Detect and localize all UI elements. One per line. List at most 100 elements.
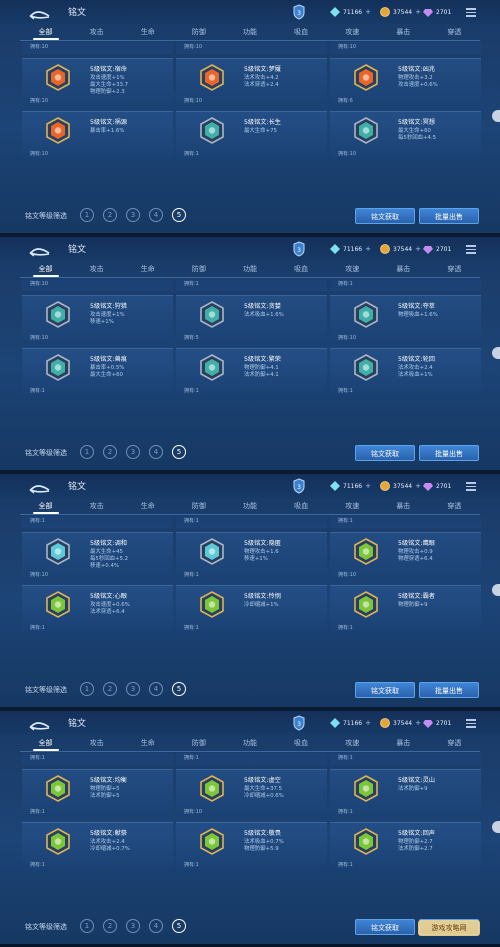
tab-2[interactable]: 生命 (122, 26, 173, 39)
rank-shield-icon[interactable]: 3 (293, 4, 305, 20)
tab-0[interactable]: 全部 (20, 26, 71, 40)
level-filter-2[interactable]: 2 (103, 208, 117, 222)
tab-5[interactable]: 吸血 (276, 26, 327, 39)
level-filter-2[interactable]: 2 (103, 682, 117, 696)
back-icon[interactable] (27, 481, 51, 494)
level-filter-4[interactable]: 4 (149, 208, 163, 222)
tab-7[interactable]: 暴击 (378, 26, 429, 39)
back-icon[interactable] (27, 244, 51, 257)
tab-4[interactable]: 功能 (224, 26, 275, 39)
obtain-inscription-button[interactable]: 铭文获取 (355, 919, 415, 935)
tab-6[interactable]: 攻速 (327, 500, 378, 513)
side-scroll-handle[interactable] (492, 821, 500, 833)
back-icon[interactable] (27, 718, 51, 731)
inscription-card[interactable]: 5级铭文:敬畏 法术吸血+0.7% 物理防御+5.9 拥有:1 (176, 822, 327, 872)
tab-8[interactable]: 穿透 (429, 26, 480, 39)
tab-2[interactable]: 生命 (122, 737, 173, 750)
batch-sell-button[interactable]: 批量出售 (419, 682, 479, 698)
tab-4[interactable]: 功能 (224, 263, 275, 276)
inscription-card[interactable]: 5级铭文:梦魇 法术攻击+4.2 法术穿透+2.4 拥有:10 (176, 58, 327, 108)
menu-icon[interactable] (466, 719, 476, 728)
menu-icon[interactable] (466, 8, 476, 17)
batch-sell-button[interactable]: 批量出售 (419, 445, 479, 461)
level-filter-4[interactable]: 4 (149, 445, 163, 459)
inscription-card[interactable]: 5级铭文:回声 物理防御+2.7 法术防御+2.7 拥有:1 (330, 822, 481, 872)
obtain-inscription-button[interactable]: 铭文获取 (355, 682, 415, 698)
inscription-card[interactable]: 5级铭文:调和 最大生命+45 每5秒回血+5.2 移速+0.4% 拥有:10 (22, 532, 173, 582)
add-gold-icon[interactable]: + (415, 8, 422, 16)
level-filter-1[interactable]: 1 (80, 919, 94, 933)
level-filter-1[interactable]: 1 (80, 445, 94, 459)
batch-sell-button[interactable]: 批量出售 (419, 208, 479, 224)
obtain-inscription-button[interactable]: 铭文获取 (355, 208, 415, 224)
level-filter-5[interactable]: 5 (172, 208, 186, 222)
tab-7[interactable]: 暴击 (378, 500, 429, 513)
tab-7[interactable]: 暴击 (378, 737, 429, 750)
tab-6[interactable]: 攻速 (327, 737, 378, 750)
side-scroll-handle[interactable] (492, 110, 500, 122)
obtain-inscription-button[interactable]: 铭文获取 (355, 445, 415, 461)
inscription-card[interactable]: 5级铭文:霸者 物理防御+9 拥有:1 (330, 585, 481, 635)
inscription-card[interactable]: 5级铭文:长生 最大生命+75 拥有:1 (176, 111, 327, 161)
add-gold-icon[interactable]: + (415, 482, 422, 490)
inscription-card[interactable]: 5级铭文:繁荣 物理防御+4.1 法术防御+4.1 拥有:1 (176, 348, 327, 398)
inscription-card[interactable]: 5级铭文:轮回 法术攻击+2.4 法术吸血+1% 拥有:1 (330, 348, 481, 398)
tab-8[interactable]: 穿透 (429, 500, 480, 513)
level-filter-3[interactable]: 3 (126, 445, 140, 459)
add-diamond-icon[interactable]: + (365, 8, 372, 16)
menu-icon[interactable] (466, 482, 476, 491)
tab-0[interactable]: 全部 (20, 500, 71, 514)
tab-3[interactable]: 防御 (173, 263, 224, 276)
rank-shield-icon[interactable]: 3 (293, 478, 305, 494)
add-diamond-icon[interactable]: + (365, 719, 372, 727)
level-filter-1[interactable]: 1 (80, 682, 94, 696)
level-filter-2[interactable]: 2 (103, 919, 117, 933)
add-diamond-icon[interactable]: + (365, 245, 372, 253)
inscription-card[interactable]: 5级铭文:冥想 最大生命+60 每5秒回血+4.5 拥有:10 (330, 111, 481, 161)
inscription-card[interactable]: 5级铭文:隐匿 物理攻击+1.6 移速+1% 拥有:1 (176, 532, 327, 582)
tab-5[interactable]: 吸血 (276, 500, 327, 513)
tab-1[interactable]: 攻击 (71, 26, 122, 39)
inscription-card[interactable]: 5级铭文:夺萃 物理吸血+1.6% 拥有:10 (330, 295, 481, 345)
menu-icon[interactable] (466, 245, 476, 254)
inscription-card[interactable]: 5级铭文:献祭 法术攻击+2.4 冷却缩减+0.7% 拥有:1 (22, 822, 173, 872)
tab-1[interactable]: 攻击 (71, 263, 122, 276)
inscription-card[interactable]: 5级铭文:虚空 最大生命+37.5 冷却缩减+0.6% 拥有:10 (176, 769, 327, 819)
inscription-card[interactable]: 5级铭文:凶兆 物理攻击+3.2 攻击速度+0.6% 拥有:6 (330, 58, 481, 108)
level-filter-1[interactable]: 1 (80, 208, 94, 222)
level-filter-4[interactable]: 4 (149, 919, 163, 933)
tab-0[interactable]: 全部 (20, 737, 71, 751)
level-filter-5[interactable]: 5 (172, 682, 186, 696)
tab-5[interactable]: 吸血 (276, 263, 327, 276)
level-filter-3[interactable]: 3 (126, 208, 140, 222)
tab-2[interactable]: 生命 (122, 263, 173, 276)
inscription-card[interactable]: 5级铭文:贪婪 法术吸血+1.6% 拥有:5 (176, 295, 327, 345)
rank-shield-icon[interactable]: 3 (293, 241, 305, 257)
side-scroll-handle[interactable] (492, 584, 500, 596)
level-filter-3[interactable]: 3 (126, 682, 140, 696)
tab-1[interactable]: 攻击 (71, 737, 122, 750)
tab-8[interactable]: 穿透 (429, 263, 480, 276)
rank-shield-icon[interactable]: 3 (293, 715, 305, 731)
inscription-card[interactable]: 5级铭文:鹰眼 物理攻击+0.9 物理穿透+6.4 拥有:10 (330, 532, 481, 582)
tab-6[interactable]: 攻速 (327, 26, 378, 39)
level-filter-5[interactable]: 5 (172, 919, 186, 933)
inscription-card[interactable]: 5级铭文:宿命 攻击速度+1% 最大生命+33.7 物理防御+2.3 拥有:10 (22, 58, 173, 108)
level-filter-3[interactable]: 3 (126, 919, 140, 933)
inscription-card[interactable]: 5级铭文:兽痕 暴击率+0.5% 最大生命+60 拥有:1 (22, 348, 173, 398)
inscription-card[interactable]: 5级铭文:均衡 物理防御+5 法术防御+5 拥有:1 (22, 769, 173, 819)
inscription-card[interactable]: 5级铭文:怜悯 冷却缩减+1% 拥有:1 (176, 585, 327, 635)
add-gold-icon[interactable]: + (415, 719, 422, 727)
inscription-card[interactable]: 5级铭文:心眼 攻击速度+0.6% 法术穿透+6.4 拥有:1 (22, 585, 173, 635)
tab-2[interactable]: 生命 (122, 500, 173, 513)
tab-4[interactable]: 功能 (224, 737, 275, 750)
inscription-card[interactable]: 5级铭文:狩猎 攻击速度+1% 移速+1% 拥有:10 (22, 295, 173, 345)
add-gold-icon[interactable]: + (415, 245, 422, 253)
level-filter-4[interactable]: 4 (149, 682, 163, 696)
inscription-card[interactable]: 5级铭文:祸源 暴击率+1.6% 拥有:10 (22, 111, 173, 161)
tab-1[interactable]: 攻击 (71, 500, 122, 513)
level-filter-2[interactable]: 2 (103, 445, 117, 459)
tab-3[interactable]: 防御 (173, 500, 224, 513)
back-icon[interactable] (27, 7, 51, 20)
add-diamond-icon[interactable]: + (365, 482, 372, 490)
